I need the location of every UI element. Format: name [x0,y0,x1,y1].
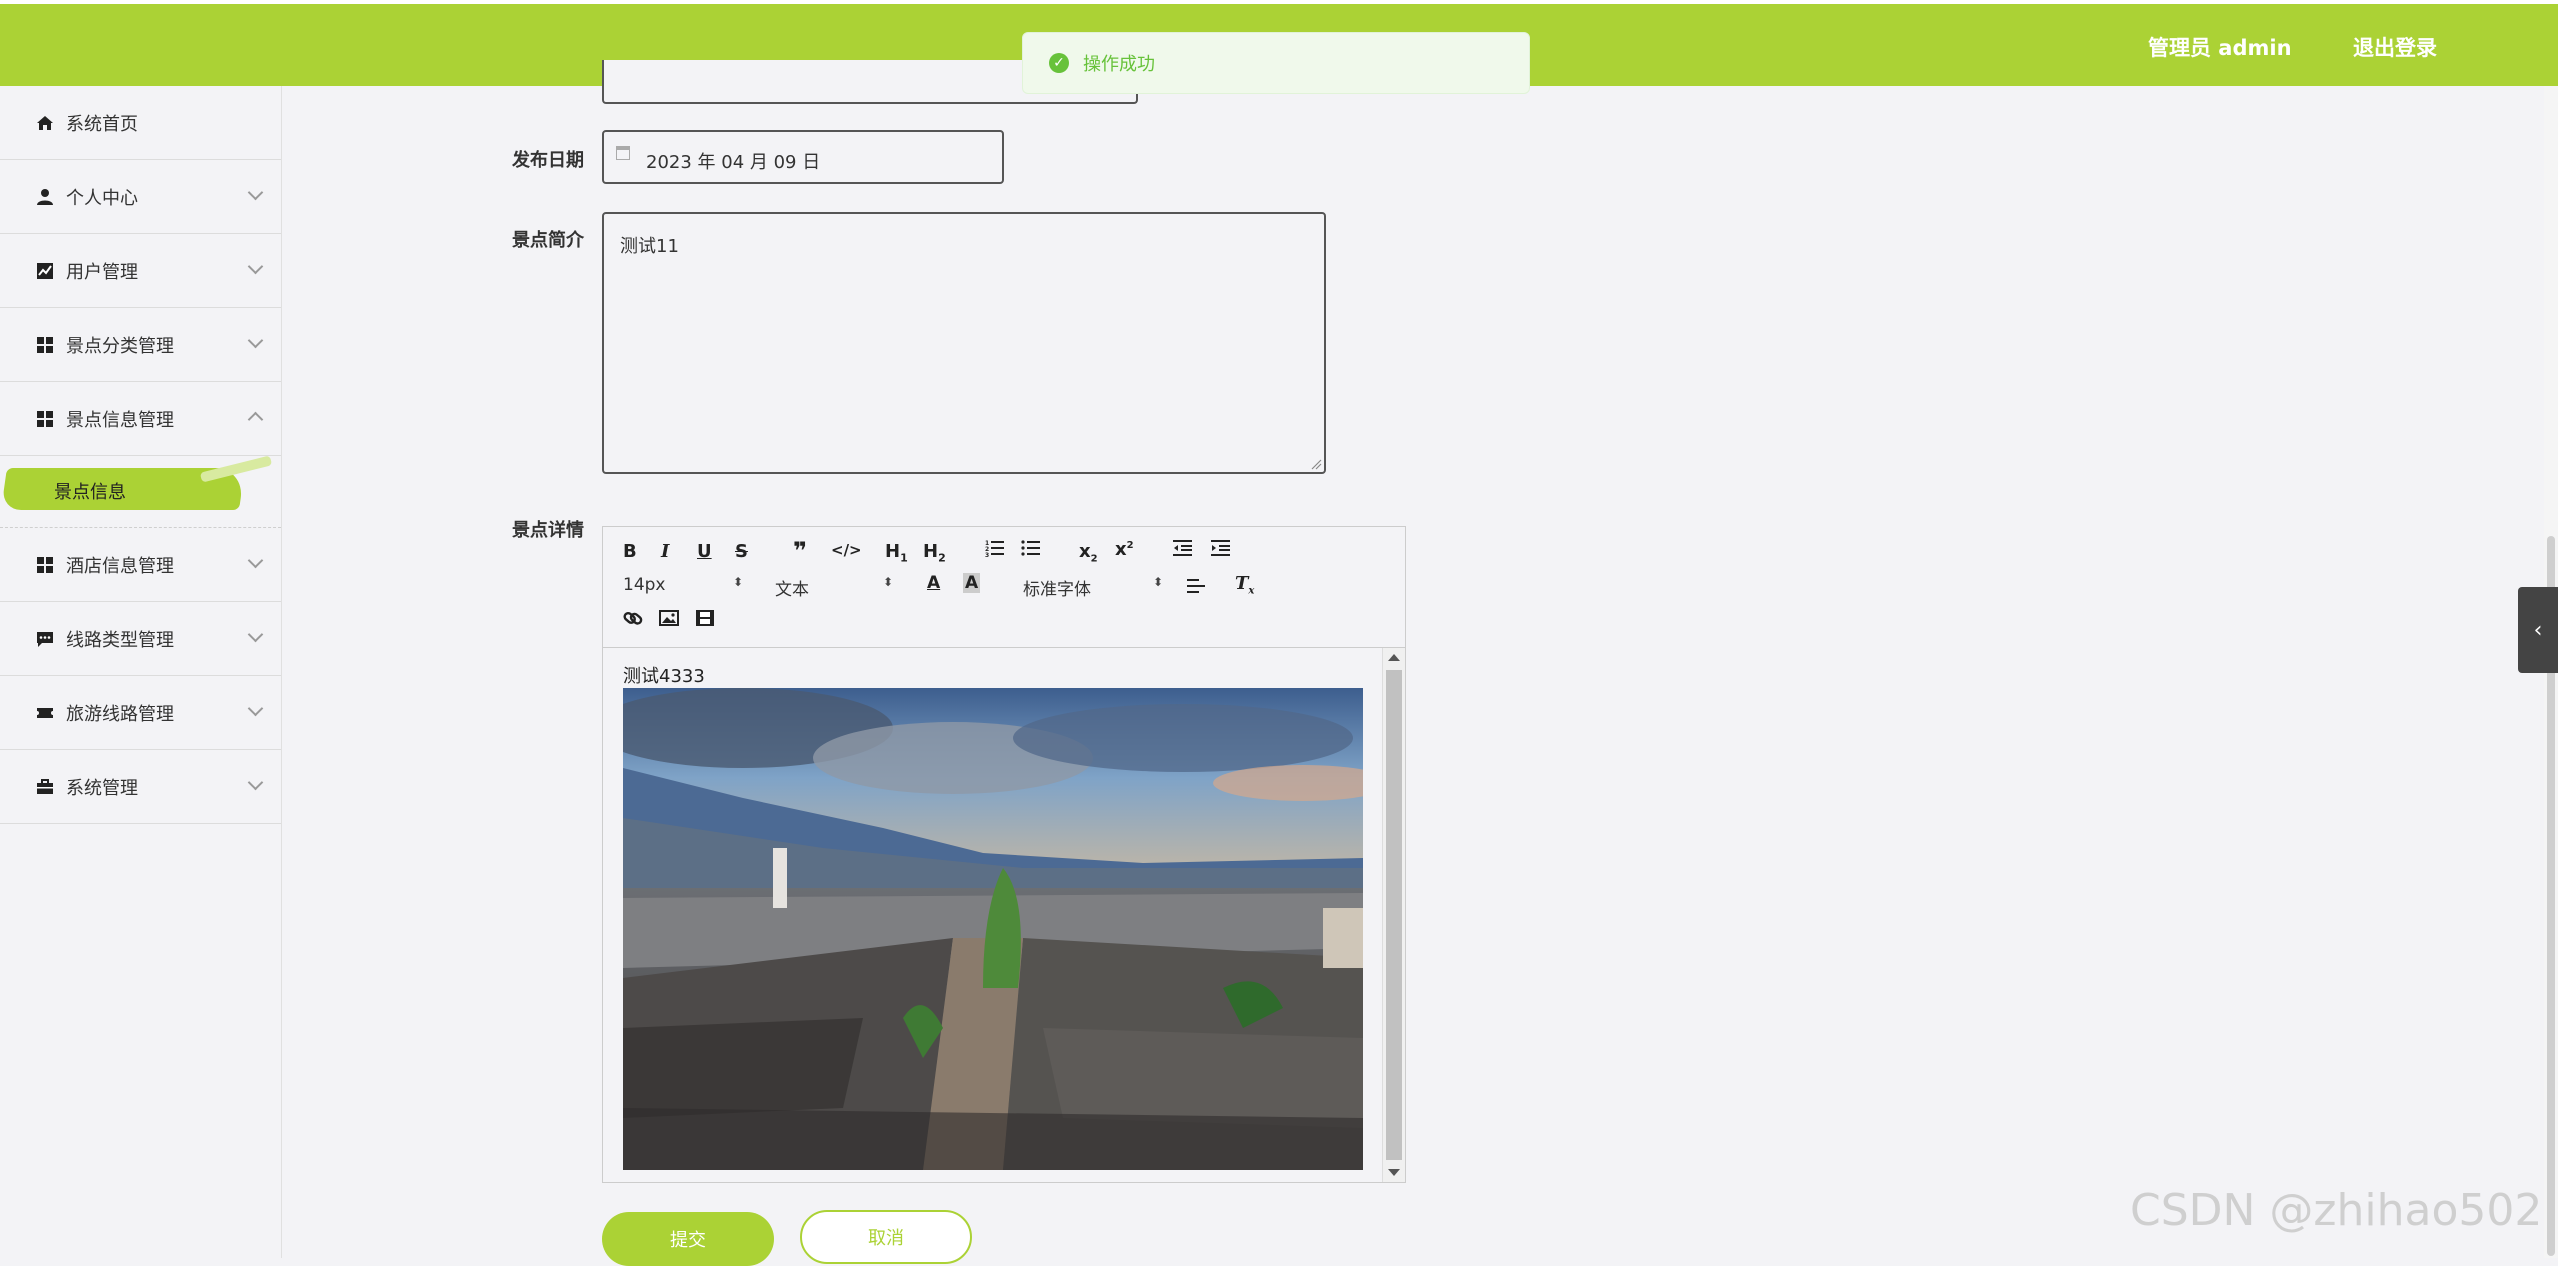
sidebar-item-label: 用户管理 [66,261,138,283]
chevron-down-icon [247,552,264,569]
intro-field-label: 景点简介 [512,230,584,251]
select-arrows-icon: ⬍ [883,575,894,589]
bullet-list-icon[interactable] [1021,539,1041,562]
ticket-icon [36,704,54,722]
chat-icon [36,630,54,648]
editor-content-text: 测试4333 [623,666,705,687]
scenic-town-photo [623,688,1363,1170]
date-field-label: 发布日期 [512,150,584,171]
intro-textarea[interactable]: 测试11 [602,212,1326,474]
chevron-down-icon [247,258,264,275]
scroll-down-icon[interactable] [1388,1169,1400,1176]
image-icon[interactable] [659,609,679,632]
sidebar-item-label: 旅游线路管理 [66,703,174,725]
logout-link[interactable]: 退出登录 [2353,32,2437,62]
resize-handle-icon[interactable] [1310,458,1322,470]
select-arrows-icon: ⬍ [1153,575,1164,589]
sidebar-item-label: 景点分类管理 [66,335,174,357]
bold-icon[interactable]: B [623,541,637,562]
home-icon [36,114,54,132]
font-family-value: 标准字体 [1023,580,1091,600]
detail-field-label: 景点详情 [512,520,584,541]
chevron-left-icon[interactable]: ‹ [2518,587,2558,673]
svg-text:3: 3 [985,552,989,557]
success-toast: ✓ 操作成功 [1022,32,1530,94]
date-picker-input[interactable]: 2023 年 04 月 09 日 [602,130,1004,184]
blockquote-icon[interactable]: ❞ [793,537,807,565]
sidebar-subitem-label: 景点信息 [54,482,126,503]
video-icon[interactable] [695,609,715,632]
underline-icon[interactable]: U [697,541,712,562]
sidebar-item-label: 景点信息管理 [66,409,174,431]
sidebar-item-label: 个人中心 [66,187,138,209]
align-icon[interactable] [1187,577,1207,600]
toast-message: 操作成功 [1083,54,1155,75]
font-size-value: 14px [623,575,666,595]
rich-text-editor[interactable]: B I U S ❞ </> H1 H2 123 x2 x2 14px ⬍ 文本 … [602,526,1406,1183]
grid-icon [36,556,54,574]
chevron-down-icon [247,700,264,717]
sidebar-item-hotel[interactable]: 酒店信息管理 [0,528,281,602]
scroll-thumb[interactable] [1386,670,1402,1160]
format-value: 文本 [775,580,809,600]
select-arrows-icon: ⬍ [733,575,744,589]
editor-scrollbar[interactable] [1382,648,1405,1182]
sidebar-item-users[interactable]: 用户管理 [0,234,281,308]
date-value: 2023 年 04 月 09 日 [646,152,821,173]
sidebar-item-label: 酒店信息管理 [66,555,174,577]
font-family-select[interactable]: 标准字体 ⬍ [1023,575,1164,600]
sidebar-menu: 系统首页 个人中心 用户管理 景点分类管理 景点信息管理 景点信息 酒店信息管理… [0,86,282,1258]
format-select[interactable]: 文本 ⬍ [775,575,895,600]
chevron-down-icon [247,626,264,643]
trend-chart-icon [36,262,54,280]
clear-format-icon[interactable]: Tx [1235,573,1254,597]
chevron-down-icon [247,184,264,201]
chevron-up-icon [247,411,264,428]
cancel-button[interactable]: 取消 [800,1210,972,1264]
sidebar-subitem-scenic-info[interactable]: 景点信息 [0,455,281,528]
heading2-icon[interactable]: H2 [923,541,946,565]
strikethrough-icon[interactable]: S [735,541,748,562]
italic-icon[interactable]: I [661,541,669,562]
subscript-icon[interactable]: x2 [1079,541,1098,565]
font-size-select[interactable]: 14px ⬍ [623,575,743,597]
ordered-list-icon[interactable]: 123 [985,539,1005,562]
indent-icon[interactable] [1211,539,1231,562]
sidebar-item-scenic-category[interactable]: 景点分类管理 [0,308,281,382]
sidebar-item-label: 线路类型管理 [66,629,174,651]
user-icon [36,188,54,206]
sidebar-item-system[interactable]: 系统管理 [0,750,281,824]
editor-toolbar: B I U S ❞ </> H1 H2 123 x2 x2 14px ⬍ 文本 … [603,527,1405,648]
font-color-icon[interactable]: A [927,573,940,593]
sidebar-item-home[interactable]: 系统首页 [0,86,281,160]
sidebar-item-label: 系统首页 [66,113,138,135]
sidebar-item-label: 系统管理 [66,777,138,799]
calendar-icon [616,146,630,160]
grid-icon [36,336,54,354]
sidebar-item-route-type[interactable]: 线路类型管理 [0,602,281,676]
chevron-down-icon [247,774,264,791]
chevron-down-icon [247,332,264,349]
grid-icon [36,410,54,428]
code-icon[interactable]: </> [831,541,862,559]
briefcase-icon [36,778,54,796]
intro-value: 测试11 [620,236,679,257]
scroll-up-icon[interactable] [1388,654,1400,661]
editor-content[interactable]: 测试4333 [603,648,1383,1182]
sidebar-item-scenic-info[interactable]: 景点信息管理 [0,382,281,456]
link-icon[interactable] [623,609,643,632]
heading1-icon[interactable]: H1 [885,541,908,565]
success-check-icon: ✓ [1049,53,1069,73]
sidebar-item-travel-route[interactable]: 旅游线路管理 [0,676,281,750]
sidebar-item-profile[interactable]: 个人中心 [0,160,281,234]
background-color-icon[interactable]: A [963,573,981,593]
admin-user-label: 管理员 admin [2148,36,2292,60]
superscript-icon[interactable]: x2 [1115,539,1134,560]
outdent-icon[interactable] [1173,539,1193,562]
watermark: CSDN @zhihao502 [2130,1185,2543,1236]
